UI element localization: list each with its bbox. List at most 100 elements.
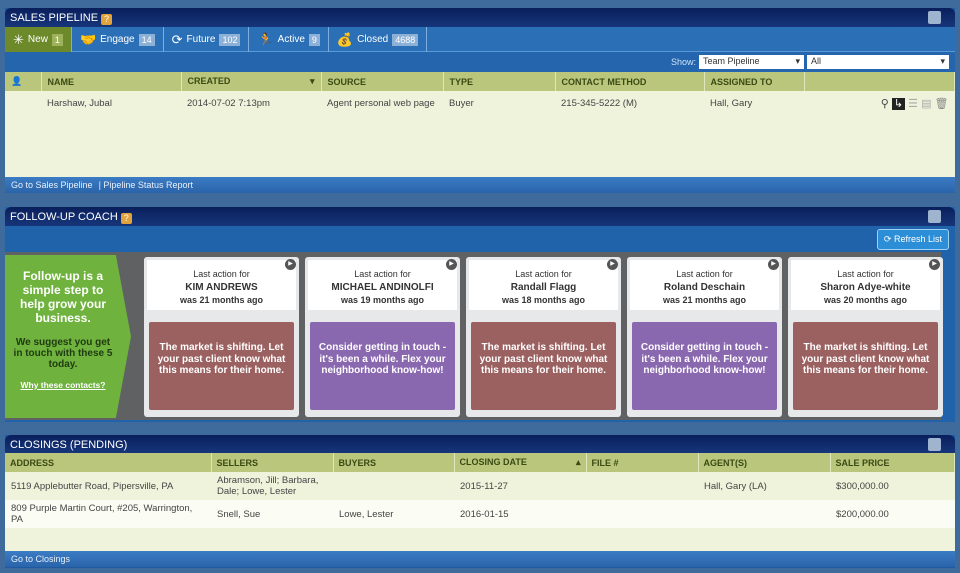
col-buyers[interactable]: BUYERS [333,453,455,472]
intro-heading: Follow-up is a simple step to help grow … [19,269,106,325]
card-label: Last action for [354,269,411,279]
tab-engage[interactable]: 🤝 Engage 14 [72,27,164,52]
chevron-down-icon: ▾ [795,56,800,66]
cell-date: 2016-01-15 [460,508,509,520]
card-message: The market is shifting. Let your past cl… [471,322,616,410]
trash-icon[interactable]: 🗑 [935,98,949,110]
panel-header: CLOSINGS (PENDING) [5,435,955,453]
contact-icon-header: 👤 [5,72,42,91]
closings-table-wrap: ADDRESS SELLERS BUYERS CLOSING DATE ▴ FIL… [5,453,955,551]
table-row[interactable]: 809 Purple Martin Court, #205, Warringto… [5,500,955,528]
cell-type: Buyer [449,97,474,109]
pipeline-table-wrap: 👤 NAME CREATED ▾ SOURCE TYPE CONTACT METH… [5,72,955,177]
card-label: Last action for [193,269,250,279]
col-source[interactable]: SOURCE [321,72,444,91]
pipeline-table: 👤 NAME CREATED ▾ SOURCE TYPE CONTACT METH… [5,72,955,115]
help-icon[interactable]: ? [101,14,113,25]
card-header: Last action for Sharon Adye-white was 20 m… [791,260,940,310]
col-contact[interactable]: CONTACT METHOD [555,72,705,91]
why-these-contacts-link[interactable]: Why these contacts? [13,380,113,390]
contact-name[interactable]: KIM ANDREWS [147,282,296,293]
table-row[interactable]: 5119 Applebutter Road, Pipersville, PA A… [5,472,955,500]
tab-label: Future [186,34,216,45]
play-icon[interactable]: ▶ [929,259,940,270]
card-message: Consider getting in touch - it's been a … [632,322,777,410]
play-icon[interactable]: ▶ [768,259,779,270]
col-assigned[interactable]: ASSIGNED TO [704,72,805,91]
closings-panel: CLOSINGS (PENDING) ADDRESS SELLERS BUYER… [5,435,955,568]
panel-header: FOLLOW-UP COACH? [5,207,955,226]
coach-card[interactable]: ▶ Last action for Randall Flagg was 18 mon… [466,257,621,417]
notes-icon[interactable]: ▤ [921,98,931,110]
reassign-icon[interactable]: ⚲ [881,98,889,110]
cell-date: 2015-11-27 [460,480,508,492]
col-address[interactable]: ADDRESS [5,453,212,472]
tab-label: Engage [100,34,135,45]
intro-text: We suggest you get in touch with these 5… [13,337,113,370]
col-created[interactable]: CREATED ▾ [181,72,322,91]
play-icon[interactable]: ▶ [607,259,618,270]
col-sellers[interactable]: SELLERS [211,453,334,472]
col-type[interactable]: TYPE [443,72,556,91]
card-label: Last action for [676,269,733,279]
card-header: Last action for Randall Flagg was 18 month… [469,260,618,310]
coach-card[interactable]: ▶ Last action for Roland Deschain was 21 m… [627,257,782,417]
show-select[interactable]: Team Pipeline ▾ [699,55,804,69]
panel-header: SALES PIPELINE? [5,8,955,27]
move-icon[interactable]: ↳ [891,97,906,110]
go-to-closings-link[interactable]: Go to Closings [11,554,70,564]
coach-card[interactable]: ▶ Last action for MICHAEL ANDINOLFI was 19… [305,257,460,417]
tab-future[interactable]: ⟳ Future 102 [164,27,250,52]
table-header: ADDRESS SELLERS BUYERS CLOSING DATE ▴ FIL… [5,453,955,472]
cell-source: Agent personal web page [327,97,435,109]
contact-name[interactable]: MICHAEL ANDINOLFI [308,282,457,293]
coach-card[interactable]: ▶ Last action for KIM ANDREWS was 21 month… [144,257,299,417]
tab-active[interactable]: 🏃 Active 9 [249,27,329,52]
play-icon[interactable]: ▶ [285,259,296,270]
col-sale-price[interactable]: SALE PRICE [830,453,955,472]
contact-name[interactable]: Roland Deschain [630,282,779,293]
coach-card[interactable]: ▶ Last action for Sharon Adye-white was 20… [788,257,943,417]
col-actions [804,72,955,91]
pipeline-status-report-link[interactable]: Pipeline Status Report [103,180,193,190]
coach-cards: Follow-up is a simple step to help grow … [5,252,943,420]
help-icon[interactable]: ? [120,213,132,224]
sales-pipeline-panel: SALES PIPELINE? ✳ New 1 🤝 Engage 14 ⟳ Future 1… [5,8,955,193]
row-actions: ⚲ ↳ ☰ ▤ 🗑 [804,91,955,115]
cell-price: $200,000.00 [836,508,889,520]
closings-footer: Go to Closings [5,551,955,567]
filter-bar: Show: Team Pipeline ▾ All ▾ [5,52,955,72]
cell-name[interactable]: Harshaw, Jubal [41,91,181,115]
refresh-list-button[interactable]: ⟳ Refresh List [876,229,949,250]
card-message: The market is shifting. Let your past cl… [793,322,938,410]
tab-new[interactable]: ✳ New 1 [5,27,72,52]
sort-asc-icon: ▴ [575,457,581,467]
go-to-sales-pipeline-link[interactable]: Go to Sales Pipeline [11,180,93,190]
minimize-icon[interactable] [928,438,941,451]
panel-title: FOLLOW-UP COACH [10,211,118,223]
col-file[interactable]: FILE # [586,453,699,472]
tab-label: Active [277,34,305,45]
card-message: Consider getting in touch - it's been a … [310,322,455,410]
table-header: 👤 NAME CREATED ▾ SOURCE TYPE CONTACT METH… [5,72,955,91]
contact-name[interactable]: Randall Flagg [469,282,618,293]
minimize-icon[interactable] [928,210,941,223]
tab-count: 9 [308,33,320,46]
col-agents[interactable]: AGENT(S) [698,453,831,472]
contact-name[interactable]: Sharon Adye-white [791,282,940,293]
pipeline-footer: Go to Sales Pipeline | Pipeline Status Re… [5,177,955,193]
panel-title: CLOSINGS (PENDING) [10,439,128,451]
minimize-icon[interactable] [928,11,941,24]
table-row[interactable]: Harshaw, Jubal 2014-07-02 7:13pm Agent p… [5,91,955,115]
assignee-select[interactable]: All ▾ [807,55,949,69]
last-action-ago: was 18 months ago [501,295,586,305]
col-name[interactable]: NAME [41,72,182,91]
cell-address[interactable]: 5119 Applebutter Road, Pipersville, PA [5,472,211,500]
tab-label: Closed [357,34,389,45]
list-icon[interactable]: ☰ [908,98,918,110]
play-icon[interactable]: ▶ [446,259,457,270]
cell-address[interactable]: 809 Purple Martin Court, #205, Warringto… [5,500,211,528]
tab-closed[interactable]: 💰 Closed 4688 [329,27,428,52]
col-closing-date[interactable]: CLOSING DATE ▴ [454,453,587,472]
last-action-ago: was 21 months ago [179,295,264,305]
